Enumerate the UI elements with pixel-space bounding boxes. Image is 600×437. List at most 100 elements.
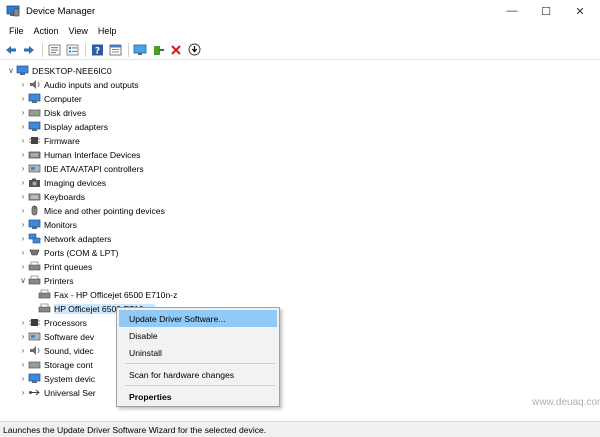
tree-item-disk-drives[interactable]: › Disk drives bbox=[18, 106, 86, 119]
tree-item-ports[interactable]: › Ports (COM & LPT) bbox=[18, 246, 119, 259]
watermark: www.deuaq.com bbox=[532, 397, 600, 408]
maximize-button[interactable]: ☐ bbox=[529, 0, 563, 22]
chevron-right-icon[interactable]: › bbox=[18, 344, 28, 357]
svg-text:?: ? bbox=[94, 46, 99, 56]
tree-root[interactable]: ∨ DESKTOP-NEE6IC0 bbox=[6, 64, 112, 77]
storage-controller-icon bbox=[28, 361, 41, 369]
tree-item-mice[interactable]: › Mice and other pointing devices bbox=[18, 204, 165, 217]
uninstall-x-icon[interactable] bbox=[168, 42, 184, 58]
toolbar-separator bbox=[85, 42, 86, 57]
tree-item-ide[interactable]: › IDE ATA/ATAPI controllers bbox=[18, 162, 144, 175]
tree-item-audio[interactable]: › Audio inputs and outputs bbox=[18, 78, 139, 91]
tree-item-firmware[interactable]: › Firmware bbox=[18, 134, 80, 147]
forward-arrow-icon[interactable] bbox=[21, 42, 37, 58]
menu-properties[interactable]: Properties bbox=[119, 388, 277, 405]
print-queue-icon bbox=[28, 261, 41, 271]
chevron-right-icon[interactable]: › bbox=[18, 204, 28, 217]
device-tree: ∨ DESKTOP-NEE6IC0 › Audio inputs and out… bbox=[0, 62, 600, 421]
list-icon[interactable] bbox=[64, 42, 80, 58]
processor-icon bbox=[29, 319, 40, 326]
chevron-right-icon[interactable]: › bbox=[18, 316, 28, 329]
tree-item-imaging[interactable]: › Imaging devices bbox=[18, 176, 106, 189]
device-manager-icon bbox=[6, 5, 20, 17]
tree-item-label: Print queues bbox=[44, 261, 93, 272]
chevron-right-icon[interactable]: › bbox=[18, 372, 28, 385]
back-arrow-icon[interactable] bbox=[3, 42, 19, 58]
chevron-right-icon[interactable]: › bbox=[18, 218, 28, 231]
display-adapter-icon bbox=[28, 121, 41, 131]
tree-item-processors[interactable]: › Processors bbox=[18, 316, 87, 329]
chevron-right-icon[interactable]: › bbox=[18, 330, 28, 343]
tree-item-network[interactable]: › Network adapters bbox=[18, 232, 112, 245]
tree-item-computer[interactable]: › Computer bbox=[18, 92, 82, 105]
tree-item-label: Ports (COM & LPT) bbox=[44, 247, 119, 258]
tree-item-storage[interactable]: › Storage cont bbox=[18, 358, 93, 371]
tree-item-label: Firmware bbox=[44, 135, 80, 146]
properties-icon[interactable] bbox=[46, 42, 62, 58]
update-driver-icon[interactable] bbox=[186, 42, 202, 58]
menu-help[interactable]: Help bbox=[93, 26, 122, 36]
toolbar-separator bbox=[42, 42, 43, 57]
tree-item-label: Processors bbox=[44, 317, 87, 328]
minimize-button[interactable]: — bbox=[495, 0, 529, 22]
speaker-icon bbox=[30, 80, 40, 89]
tree-item-system-devices[interactable]: › System devic bbox=[18, 372, 95, 385]
chevron-right-icon[interactable]: › bbox=[18, 246, 28, 259]
tree-item-label: Fax - HP Officejet 6500 E710n-z bbox=[54, 289, 178, 300]
chevron-right-icon[interactable]: › bbox=[18, 260, 28, 273]
tree-item-hid[interactable]: › Human Interface Devices bbox=[18, 148, 141, 161]
toolbar: ? bbox=[0, 40, 600, 60]
tree-item-label: IDE ATA/ATAPI controllers bbox=[44, 163, 144, 174]
menu-view[interactable]: View bbox=[64, 26, 93, 36]
tree-item-display-adapters[interactable]: › Display adapters bbox=[18, 120, 108, 133]
chevron-right-icon[interactable]: › bbox=[18, 92, 28, 105]
enable-driver-icon[interactable] bbox=[150, 42, 166, 58]
properties-sheet-icon[interactable] bbox=[107, 42, 123, 58]
network-adapter-icon bbox=[28, 233, 41, 244]
menu-disable[interactable]: Disable bbox=[119, 327, 277, 344]
monitor-icon[interactable] bbox=[132, 42, 148, 58]
usb-icon bbox=[29, 389, 40, 396]
tree-item-software-devices[interactable]: › Software dev bbox=[18, 330, 95, 343]
tree-item-label: Storage cont bbox=[44, 359, 93, 370]
menu-action[interactable]: Action bbox=[29, 26, 64, 36]
chevron-right-icon[interactable]: › bbox=[18, 106, 28, 119]
tree-item-label: Disk drives bbox=[44, 107, 87, 118]
tree-item-printers[interactable]: ∨ Printers bbox=[18, 274, 74, 287]
keyboard-hid-icon bbox=[28, 151, 41, 159]
chevron-right-icon[interactable]: › bbox=[18, 190, 28, 203]
chevron-right-icon[interactable]: › bbox=[18, 386, 28, 399]
chevron-down-icon[interactable]: ∨ bbox=[6, 64, 16, 77]
tree-item-label: Network adapters bbox=[44, 233, 112, 244]
tree-item-print-queues[interactable]: › Print queues bbox=[18, 260, 93, 273]
menu-scan-hardware[interactable]: Scan for hardware changes bbox=[119, 366, 277, 383]
chevron-right-icon[interactable]: › bbox=[18, 232, 28, 245]
menu-update-driver[interactable]: Update Driver Software... bbox=[119, 310, 277, 327]
chevron-down-icon[interactable]: ∨ bbox=[18, 274, 28, 287]
chevron-right-icon[interactable]: › bbox=[18, 358, 28, 371]
help-icon[interactable]: ? bbox=[89, 42, 105, 58]
chevron-right-icon[interactable]: › bbox=[18, 78, 28, 91]
chevron-right-icon[interactable]: › bbox=[18, 148, 28, 161]
tree-item-keyboards[interactable]: › Keyboards bbox=[18, 190, 85, 203]
menu-file[interactable]: File bbox=[4, 26, 29, 36]
chevron-right-icon[interactable]: › bbox=[18, 162, 28, 175]
chevron-right-icon[interactable]: › bbox=[18, 176, 28, 189]
tree-item-label: System devic bbox=[44, 373, 96, 384]
context-menu: Update Driver Software... Disable Uninst… bbox=[116, 307, 280, 407]
disk-drive-icon bbox=[28, 109, 41, 117]
close-button[interactable]: ✕ bbox=[563, 0, 597, 22]
tree-item-sound[interactable]: › Sound, videc bbox=[18, 344, 94, 357]
tree-item-label: Audio inputs and outputs bbox=[44, 79, 139, 90]
menu-uninstall[interactable]: Uninstall bbox=[119, 344, 277, 361]
chevron-right-icon[interactable]: › bbox=[18, 134, 28, 147]
tree-item-label: Mice and other pointing devices bbox=[44, 205, 165, 216]
tree-item-usb[interactable]: › Universal Ser bbox=[18, 386, 96, 399]
monitor-icon bbox=[28, 219, 41, 229]
tree-item-monitors[interactable]: › Monitors bbox=[18, 218, 77, 231]
port-icon bbox=[29, 249, 40, 256]
tree-item-label: Sound, videc bbox=[44, 345, 94, 356]
chevron-right-icon[interactable]: › bbox=[18, 120, 28, 133]
camera-icon bbox=[29, 178, 40, 187]
tree-item-fax-printer[interactable]: Fax - HP Officejet 6500 E710n-z bbox=[38, 288, 177, 301]
